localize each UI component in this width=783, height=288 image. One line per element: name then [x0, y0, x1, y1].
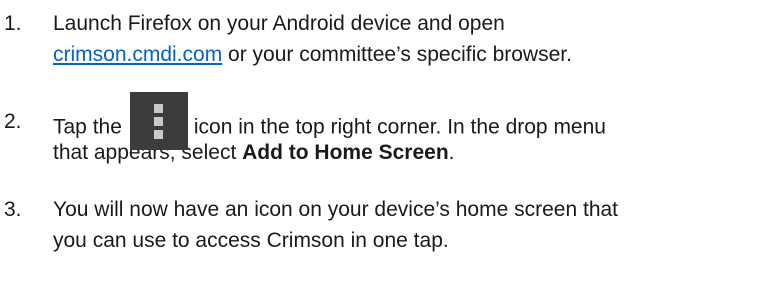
- menu-dot: [153, 117, 163, 126]
- step-number: 2.: [4, 110, 22, 133]
- step-text: Tap the icon in the top right corner. In …: [53, 92, 781, 168]
- menu-dot: [153, 130, 163, 139]
- step-text-after-icon: icon in the top right corner. In the dro…: [193, 115, 606, 139]
- step-number: 3.: [4, 198, 22, 221]
- menu-overflow-icon: [129, 92, 188, 150]
- step-text-before-icon: Tap the: [53, 115, 122, 139]
- step-line: You will now have an icon on your device…: [53, 198, 619, 221]
- step-line-end: .: [448, 141, 455, 164]
- step-number: 1.: [4, 12, 22, 35]
- crimson-link[interactable]: crimson.cmdi.com: [53, 43, 222, 66]
- step-text: Launch Firefox on your Android device an…: [53, 8, 781, 70]
- step-text: You will now have an icon on your device…: [53, 194, 781, 256]
- step-line: you can use to access Crimson in one tap…: [53, 229, 449, 252]
- add-to-home-screen-label: Add to Home Screen: [242, 141, 449, 164]
- menu-dot: [153, 104, 163, 113]
- step-line: crimson.cmdi.com or your committee’s spe…: [53, 39, 781, 70]
- step-line: Tap the icon in the top right corner. In …: [53, 92, 781, 150]
- step-line-rest: or your committee’s specific browser.: [222, 43, 572, 66]
- step-line: Launch Firefox on your Android device an…: [53, 12, 505, 35]
